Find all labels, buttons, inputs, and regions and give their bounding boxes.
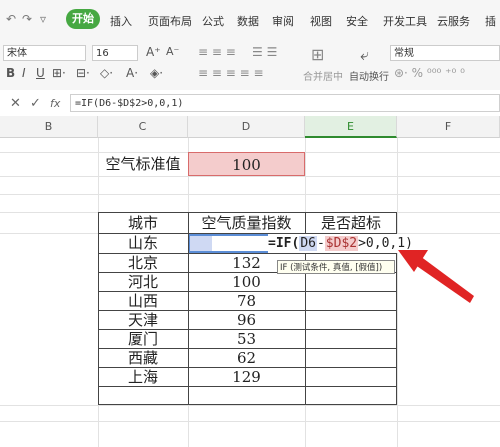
annotation-arrow-icon — [398, 250, 474, 303]
